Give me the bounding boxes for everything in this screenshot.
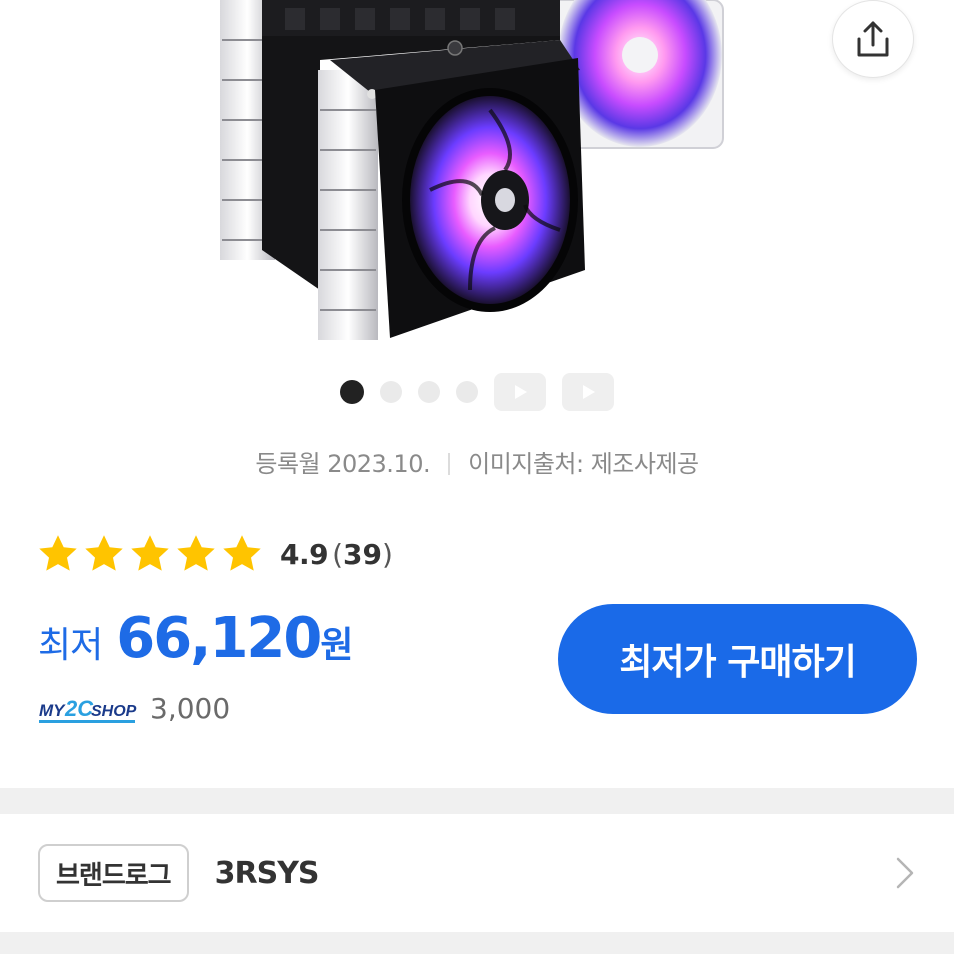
price-label: 최저 [38, 625, 103, 666]
section-divider-bottom [0, 932, 954, 954]
registered-date: 등록월 2023.10. [255, 450, 431, 478]
svg-text:SHOP: SHOP [91, 703, 137, 720]
brand-name: 3RSYS [214, 855, 320, 891]
price-unit: 원 [320, 625, 354, 666]
brand-log-tag: 브랜드로그 [38, 844, 189, 902]
section-divider [0, 788, 954, 814]
review-count[interactable]: (39) [332, 538, 393, 571]
carousel-dot-2[interactable] [380, 381, 402, 403]
carousel-indicators [340, 373, 630, 411]
play-icon [515, 385, 527, 399]
shop-price: 3,000 [150, 691, 231, 725]
product-image[interactable] [0, 0, 954, 360]
play-icon [583, 385, 595, 399]
shop-logo: MY 2C SHOP [39, 696, 137, 723]
review-count-close: ) [382, 537, 393, 571]
image-source: 이미지출처: 제조사제공 [468, 450, 699, 478]
star-icon [39, 535, 77, 571]
review-count-number: 39 [343, 537, 383, 571]
share-button[interactable] [832, 0, 914, 78]
share-icon [857, 21, 889, 57]
rating[interactable]: 4.9 (39) [36, 532, 393, 576]
carousel-video-1[interactable] [494, 373, 546, 411]
product-meta: 등록월 2023.10. 이미지출처: 제조사제공 [0, 444, 954, 479]
carousel-dot-1[interactable] [340, 380, 364, 404]
review-count-open: ( [332, 537, 344, 571]
rating-score: 4.9 [280, 537, 329, 571]
carousel-dot-3[interactable] [418, 381, 440, 403]
carousel-video-2[interactable] [562, 373, 614, 411]
chevron-right-icon [896, 857, 914, 889]
buy-lowest-price-button[interactable]: 최저가 구매하기 [558, 604, 917, 714]
star-icon [177, 535, 215, 571]
star-icon [131, 535, 169, 571]
svg-text:MY: MY [39, 701, 66, 720]
brand-log-row[interactable]: 브랜드로그 3RSYS [0, 814, 954, 932]
price-value: 66,120 [116, 606, 322, 671]
shop-offer[interactable]: MY 2C SHOP 3,000 [38, 690, 230, 726]
svg-text:2C: 2C [64, 696, 94, 721]
star-rating [36, 532, 266, 576]
meta-divider [448, 453, 451, 475]
cpu-cooler-illustration [220, 0, 724, 340]
carousel-dot-4[interactable] [456, 381, 478, 403]
star-icon [85, 535, 123, 571]
lowest-price: 최저 66,120 원 [38, 606, 353, 671]
star-icon [223, 535, 261, 571]
